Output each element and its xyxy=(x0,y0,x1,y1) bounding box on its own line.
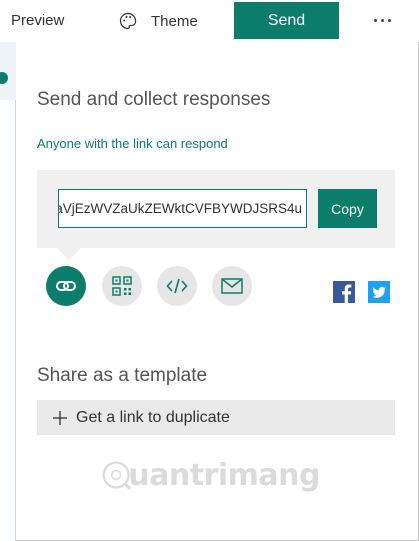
facebook-icon xyxy=(342,284,352,303)
get-duplicate-link-button[interactable]: Get a link to duplicate xyxy=(37,400,395,435)
plus-icon xyxy=(53,410,67,425)
send-collect-heading: Send and collect responses xyxy=(37,89,271,110)
embed-code-icon xyxy=(166,278,188,294)
top-toolbar: Preview Theme Send xyxy=(0,0,419,42)
permission-dropdown-link[interactable]: Anyone with the link can respond xyxy=(37,136,228,151)
copy-button[interactable]: Copy xyxy=(318,189,377,228)
theme-label: Theme xyxy=(151,12,198,30)
duplicate-link-label: Get a link to duplicate xyxy=(76,408,230,426)
theme-tab[interactable]: Theme xyxy=(119,10,198,32)
link-icon xyxy=(56,281,76,291)
share-embed-button[interactable] xyxy=(157,266,197,306)
palette-icon xyxy=(119,12,137,30)
twitter-share-button[interactable] xyxy=(368,281,390,303)
share-link-field[interactable]: TlaVjEzWVZaUkZEWktCVFBYWDJSRS4u xyxy=(58,189,307,228)
left-edge-strip xyxy=(0,42,16,541)
preview-tab[interactable]: Preview xyxy=(11,12,64,29)
more-options-button[interactable] xyxy=(368,8,396,32)
mail-icon xyxy=(221,278,243,294)
template-heading: Share as a template xyxy=(37,365,208,386)
watermark-text: uantrimang xyxy=(128,457,320,493)
share-link-button[interactable] xyxy=(46,266,86,306)
qr-code-icon xyxy=(112,276,132,296)
link-box-pointer xyxy=(57,248,81,260)
left-edge-highlight xyxy=(0,42,16,100)
watermark: uantrimang xyxy=(100,452,320,498)
share-qr-button[interactable] xyxy=(102,266,142,306)
twitter-icon xyxy=(372,286,386,298)
share-email-button[interactable] xyxy=(212,266,252,306)
share-link-value: TlaVjEzWVZaUkZEWktCVFBYWDJSRS4u xyxy=(58,201,302,216)
send-tab[interactable]: Send xyxy=(234,2,339,39)
more-horizontal-icon xyxy=(373,18,377,22)
facebook-share-button[interactable] xyxy=(333,281,355,303)
